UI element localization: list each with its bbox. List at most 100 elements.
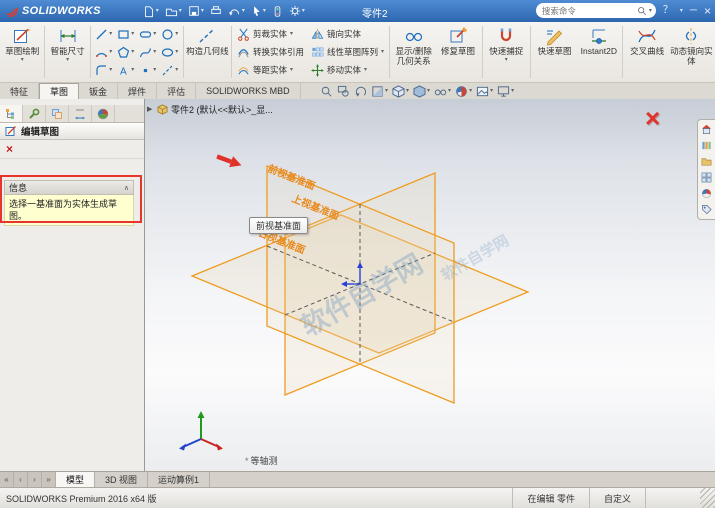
mirror-entities-button[interactable]: 镜向实体	[308, 26, 387, 43]
info-section-header[interactable]: 信息 ∧	[4, 180, 134, 195]
design-library-button[interactable]	[700, 139, 713, 152]
caret-down-icon: ▾	[131, 31, 134, 37]
repair-sketch-icon	[448, 26, 468, 46]
feature-manager-tab[interactable]	[0, 105, 23, 122]
display-style-button[interactable]: ▾	[413, 85, 430, 98]
fillet-icon	[95, 64, 108, 77]
resize-grip[interactable]	[700, 488, 715, 508]
arc-tool[interactable]: ▾	[93, 43, 115, 61]
custom-properties-button[interactable]	[700, 203, 713, 216]
tab-3d-views[interactable]: 3D 视图	[95, 472, 148, 487]
hide-show-items-button[interactable]: ▾	[434, 85, 451, 98]
view-settings-button[interactable]: ▾	[497, 85, 514, 98]
quick-snaps-button[interactable]: 快速捕捉 ▾	[485, 24, 528, 80]
smart-dimension-button[interactable]: 智能尺寸 ▾	[47, 24, 87, 80]
nav-prev-button[interactable]: ‹	[14, 472, 28, 487]
tab-evaluate[interactable]: 评估	[157, 83, 196, 99]
configuration-manager-tab[interactable]	[46, 105, 69, 122]
view-palette-button[interactable]	[700, 171, 713, 184]
instant2d-button[interactable]: Instant2D	[577, 24, 620, 80]
rapid-sketch-button[interactable]: 快速草图	[533, 24, 576, 80]
line-tool[interactable]: ▾	[93, 25, 115, 43]
caret-down-icon: ▾	[109, 49, 112, 55]
construction-geometry-button[interactable]: 构造几何线	[186, 24, 229, 80]
tab-model[interactable]: 模型	[56, 472, 95, 487]
custom-toolbar-state[interactable]: 自定义	[589, 488, 645, 508]
options-button[interactable]: ▾	[289, 5, 305, 17]
print-button[interactable]	[210, 5, 222, 17]
tab-label: 评估	[167, 85, 185, 98]
cancel-sketch-button[interactable]: ×	[645, 105, 660, 131]
new-document-button[interactable]: ▾	[143, 5, 159, 18]
info-section: 信息 ∧ 选择一基准面为实体生成草图。	[4, 180, 134, 226]
circle-tool[interactable]: ▾	[159, 25, 181, 43]
appearances-button[interactable]	[700, 187, 713, 200]
view-orientation-button[interactable]: ▾	[392, 85, 409, 98]
command-search-input[interactable]	[540, 5, 635, 17]
caret-down-icon[interactable]: ▾	[680, 8, 683, 14]
main-area: 编辑草图 × 信息 ∧ 选择一基准面为实体生成草图。 ▶ 零件2 (默	[0, 99, 715, 471]
quick-access-toolbar: ▾ ▾ ▾ ▾ ▾ ▾	[143, 5, 305, 18]
save-button[interactable]: ▾	[188, 5, 204, 17]
caret-down-icon: ▾	[153, 31, 156, 37]
file-explorer-button[interactable]	[700, 155, 713, 168]
caret-down-icon: ▾	[469, 88, 472, 94]
tab-solidworks-mbd[interactable]: SOLIDWORKS MBD	[196, 83, 301, 99]
sketch-fillet-tool[interactable]: ▾	[93, 61, 115, 79]
zoom-fit-button[interactable]	[320, 85, 333, 98]
quick-snaps-icon	[496, 26, 516, 46]
intersection-curve-button[interactable]: 交叉曲线	[625, 24, 668, 80]
offset-entities-button[interactable]: 等距实体 ▾	[234, 62, 307, 79]
dimxpert-manager-tab[interactable]	[69, 105, 92, 122]
caret-down-icon: ▾	[381, 49, 384, 55]
convert-entities-button[interactable]: 转换实体引用	[234, 44, 307, 61]
ribbon-separator	[622, 26, 623, 78]
apply-scene-button[interactable]: ▾	[476, 85, 493, 98]
undo-button[interactable]: ▾	[228, 5, 245, 18]
polygon-tool[interactable]: ▾	[115, 43, 137, 61]
text-tool[interactable]: A ▾	[115, 61, 137, 79]
close-window-button[interactable]: ×	[704, 5, 711, 17]
resources-home-button[interactable]	[700, 123, 713, 136]
linear-pattern-button[interactable]: 线性草图阵列 ▾	[308, 44, 387, 61]
tab-sheet-metal[interactable]: 钣金	[79, 83, 118, 99]
graphics-viewport[interactable]: ▶ 零件2 (默认<<默认>_显...	[145, 99, 715, 471]
display-manager-tab[interactable]	[92, 105, 115, 122]
open-document-button[interactable]: ▾	[165, 5, 182, 18]
move-entities-button[interactable]: 移动实体 ▾	[308, 62, 387, 79]
edit-appearance-button[interactable]: ▾	[455, 85, 472, 98]
dynamic-mirror-button[interactable]: 动态镜向实体	[670, 24, 713, 80]
solidworks-logo-icon	[5, 4, 19, 18]
help-button[interactable]: ？	[663, 6, 673, 16]
tab-motion-study[interactable]: 运动算例1	[148, 472, 210, 487]
tab-sketch[interactable]: 草图	[39, 83, 79, 99]
select-button[interactable]: ▾	[251, 5, 266, 17]
sketch-entity-grid: ▾ ▾ ▾ ▾ ▾ ▾ ▾ ▾	[93, 24, 181, 80]
rebuild-button[interactable]	[272, 6, 283, 17]
display-relations-button[interactable]: 显示/删除几何关系	[392, 24, 435, 80]
nav-first-button[interactable]: «	[0, 472, 14, 487]
ellipse-icon	[161, 46, 174, 59]
property-manager-tab[interactable]	[23, 105, 46, 122]
nav-last-button[interactable]: »	[42, 472, 56, 487]
point-tool[interactable]: ▾	[137, 61, 159, 79]
ellipse-tool[interactable]: ▾	[159, 43, 181, 61]
minimize-button[interactable]: ─	[690, 6, 697, 16]
sketch-button[interactable]: 草图绘制 ▾	[2, 24, 42, 80]
nav-next-button[interactable]: ›	[28, 472, 42, 487]
tab-features[interactable]: 特征	[0, 83, 39, 99]
corner-rectangle-tool[interactable]: ▾	[115, 25, 137, 43]
trim-entities-button[interactable]: 剪裁实体 ▾	[234, 26, 307, 43]
cancel-button[interactable]: ×	[6, 143, 13, 155]
repair-sketch-button[interactable]: 修复草图	[436, 24, 479, 80]
section-view-button[interactable]: ▾	[371, 85, 388, 98]
editing-mode-label: 在编辑 零件	[512, 488, 589, 508]
dynamic-mirror-icon	[681, 26, 701, 46]
command-search[interactable]: ▾	[536, 3, 656, 18]
centerline-tool[interactable]: ▾	[159, 61, 181, 79]
previous-view-button[interactable]	[354, 85, 367, 98]
slot-tool[interactable]: ▾	[137, 25, 159, 43]
zoom-area-button[interactable]	[337, 85, 350, 98]
spline-tool[interactable]: ▾	[137, 43, 159, 61]
tab-weldments[interactable]: 焊件	[118, 83, 157, 99]
